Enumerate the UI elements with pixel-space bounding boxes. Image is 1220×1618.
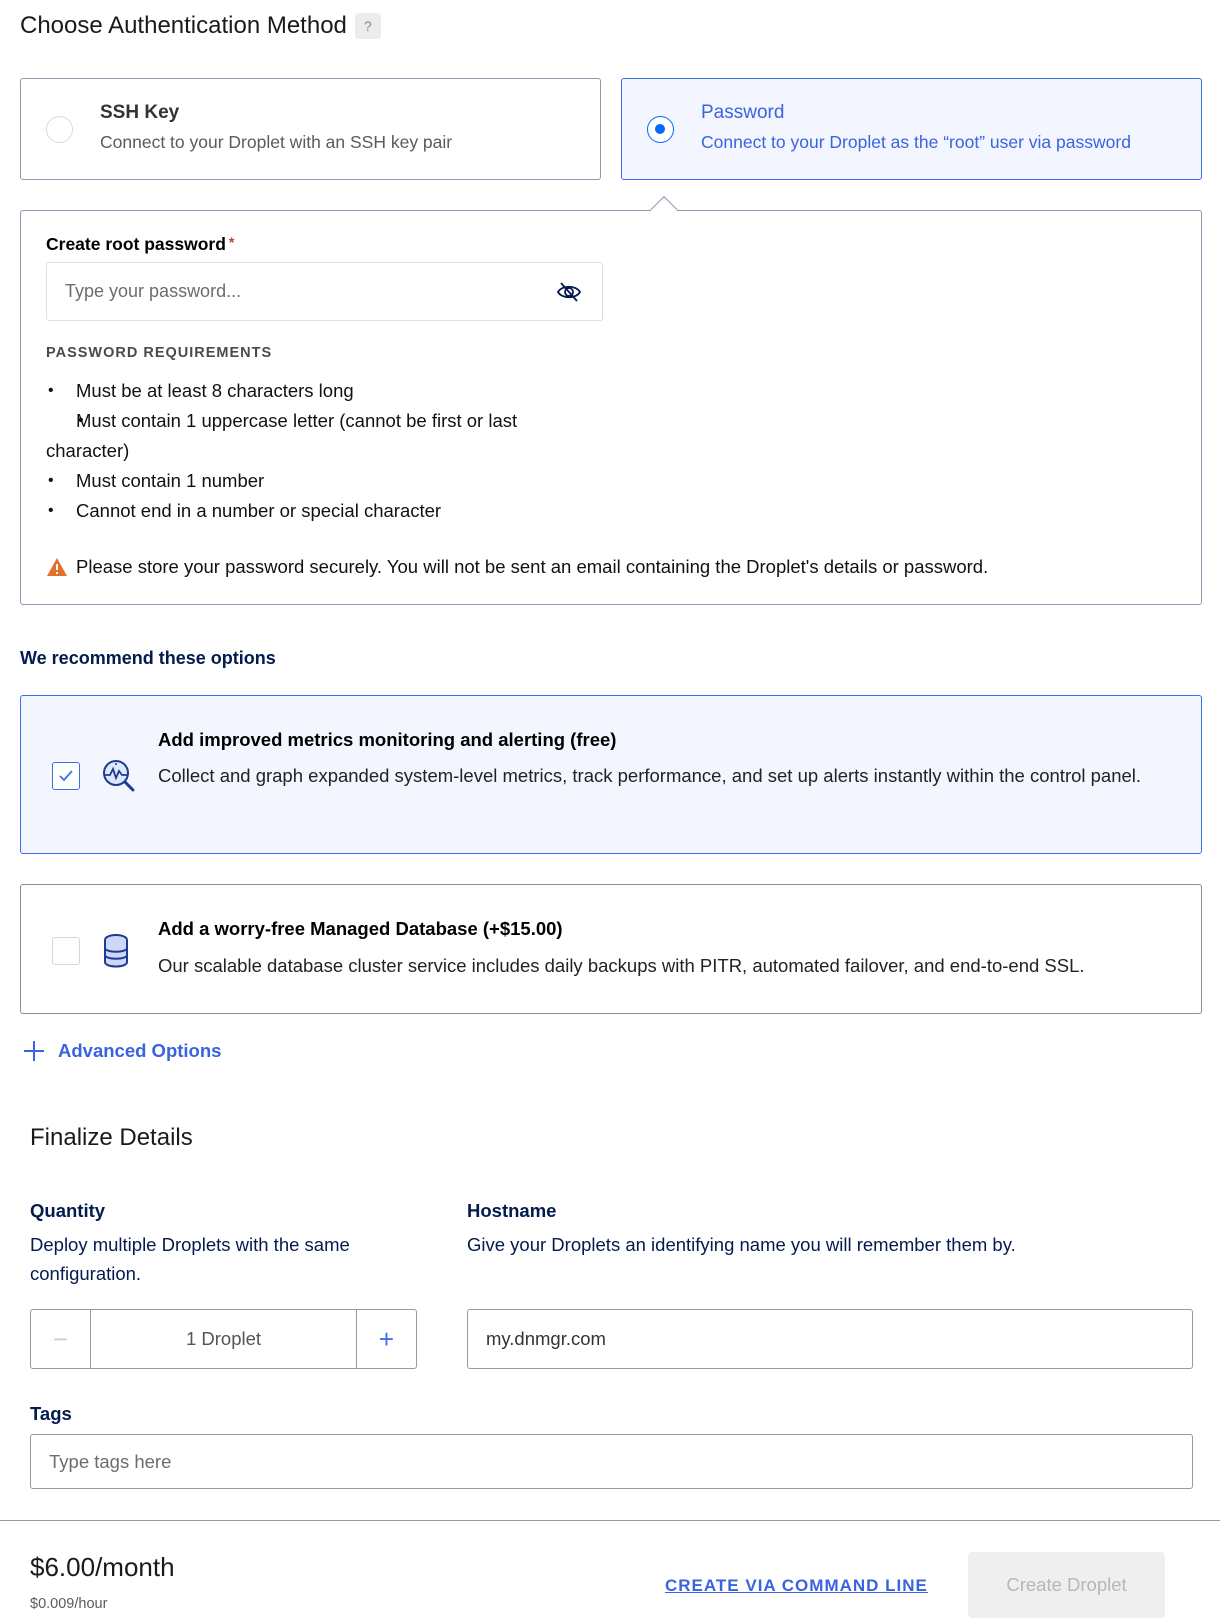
- quantity-increment-button[interactable]: +: [356, 1310, 416, 1368]
- hourly-price: $0.009/hour: [30, 1596, 108, 1612]
- quantity-stepper: − 1 Droplet +: [30, 1309, 417, 1369]
- hostname-field-wrapper: [467, 1309, 1193, 1369]
- password-field-wrapper: [46, 262, 603, 321]
- radio-selected-dot: [655, 124, 665, 134]
- required-marker: *: [228, 234, 235, 250]
- database-icon: [104, 934, 128, 968]
- option-description: Collect and graph expanded system-level …: [158, 765, 1142, 786]
- checkmark-icon: [59, 770, 73, 782]
- warning-text: Please store your password securely. You…: [76, 556, 989, 577]
- auth-option-title: Password: [701, 102, 785, 123]
- option-description: Our scalable database cluster service in…: [158, 955, 1085, 976]
- requirement-item: Must be at least 8 characters long: [46, 376, 566, 406]
- requirement-item: Cannot end in a number or special charac…: [46, 496, 566, 526]
- requirements-list: Must be at least 8 characters long Must …: [46, 376, 566, 526]
- auth-section-title: Choose Authentication Method ?: [20, 12, 381, 40]
- auth-title-text: Choose Authentication Method: [20, 12, 347, 39]
- auth-option-password[interactable]: Password Connect to your Droplet as the …: [621, 78, 1202, 180]
- option-metrics-monitoring[interactable]: Add improved metrics monitoring and aler…: [20, 695, 1202, 854]
- footer-divider: [0, 1520, 1220, 1521]
- help-icon[interactable]: ?: [354, 13, 381, 39]
- metrics-checkbox[interactable]: [52, 762, 80, 790]
- radio-password[interactable]: [647, 116, 674, 143]
- quantity-decrement-button[interactable]: −: [31, 1310, 91, 1368]
- advanced-options-toggle[interactable]: Advanced Options: [24, 1040, 221, 1062]
- advanced-options-label: Advanced Options: [58, 1040, 222, 1061]
- option-title: Add improved metrics monitoring and aler…: [158, 729, 617, 750]
- password-warning: Please store your password securely. You…: [46, 556, 988, 578]
- tags-label: Tags: [30, 1403, 72, 1424]
- password-label: Create root password *: [46, 234, 234, 255]
- eye-slash-icon[interactable]: [556, 281, 582, 303]
- auth-option-description: Connect to your Droplet as the “root” us…: [701, 132, 1131, 152]
- hostname-description: Give your Droplets an identifying name y…: [467, 1234, 1016, 1255]
- password-input[interactable]: [47, 263, 602, 320]
- tags-field-wrapper: [30, 1434, 1193, 1489]
- auth-option-description: Connect to your Droplet with an SSH key …: [100, 132, 453, 152]
- option-title: Add a worry-free Managed Database (+$15.…: [158, 918, 563, 939]
- metrics-magnifier-icon: [103, 760, 135, 792]
- create-via-command-line-link[interactable]: CREATE VIA COMMAND LINE: [665, 1576, 928, 1596]
- quantity-value[interactable]: 1 Droplet: [91, 1310, 356, 1368]
- password-label-text: Create root password: [46, 234, 226, 254]
- option-managed-database[interactable]: Add a worry-free Managed Database (+$15.…: [20, 884, 1202, 1014]
- requirement-item: Must contain 1 number: [46, 466, 566, 496]
- radio-ssh-key[interactable]: [46, 116, 73, 143]
- database-checkbox[interactable]: [52, 937, 80, 965]
- quantity-label: Quantity: [30, 1200, 106, 1221]
- plus-icon: [24, 1041, 44, 1061]
- create-droplet-button[interactable]: Create Droplet: [968, 1552, 1165, 1618]
- tags-input[interactable]: [31, 1435, 1192, 1488]
- quantity-description: Deploy multiple Droplets with the same c…: [30, 1234, 350, 1284]
- recommend-heading: We recommend these options: [20, 648, 276, 668]
- finalize-title: Finalize Details: [30, 1124, 193, 1151]
- auth-option-ssh-key[interactable]: SSH Key Connect to your Droplet with an …: [20, 78, 601, 180]
- hostname-input[interactable]: [468, 1310, 1192, 1368]
- hostname-label: Hostname: [467, 1200, 557, 1221]
- requirement-item: Must contain 1 uppercase letter (cannot …: [46, 406, 566, 466]
- auth-option-title: SSH Key: [100, 102, 180, 123]
- requirements-heading: PASSWORD REQUIREMENTS: [46, 345, 273, 361]
- warning-triangle-icon: [47, 558, 67, 576]
- monthly-price: $6.00/month: [30, 1552, 175, 1582]
